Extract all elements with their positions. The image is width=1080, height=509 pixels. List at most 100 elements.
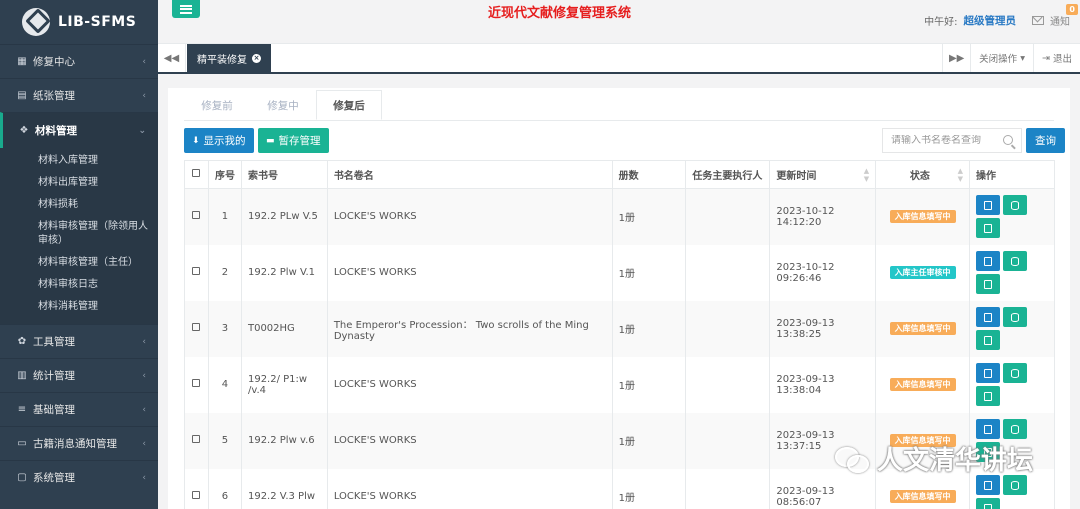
tab-scroll-left-button[interactable]: ◀◀ xyxy=(158,44,186,72)
database-icon xyxy=(1011,480,1020,490)
cell-executor xyxy=(685,244,771,301)
cell-volumes: 1册 xyxy=(611,412,687,469)
page-tab-current[interactable]: 精平装修复 × xyxy=(187,44,271,72)
update-clock: 13:38:25 xyxy=(776,328,822,340)
hamburger-icon xyxy=(180,4,192,14)
close-ops-dropdown[interactable]: 关闭操作 ▾ xyxy=(970,44,1033,72)
stage-tabs: 修复前 修复中 修复后 xyxy=(184,90,382,120)
select-all-checkbox[interactable] xyxy=(192,169,201,177)
cell-title: LOCKE'S WORKS xyxy=(326,468,613,509)
view-button[interactable] xyxy=(976,475,1001,495)
cell-no: 1 xyxy=(207,188,242,245)
cell-volumes: 1册 xyxy=(611,468,687,509)
database-icon xyxy=(1011,256,1020,266)
logo[interactable]: LIB-SFMS xyxy=(0,0,158,44)
tab-before-repair[interactable]: 修复前 xyxy=(184,90,250,120)
logout-button[interactable]: ⇥ 退出 xyxy=(1032,44,1080,72)
record-button[interactable] xyxy=(976,330,1001,350)
notify-label: 通知 xyxy=(1050,17,1070,28)
system-title: 近现代文献修复管理系统 xyxy=(488,6,632,21)
row-checkbox[interactable] xyxy=(192,267,201,275)
database-button[interactable] xyxy=(1003,307,1028,327)
database-icon xyxy=(1011,424,1020,434)
notify-link[interactable]: 通知 0 xyxy=(1050,4,1078,28)
document-icon xyxy=(984,368,993,378)
chevron-left-icon: ‹ xyxy=(142,90,146,101)
sidebar-item-label: 修复中心 xyxy=(33,56,75,68)
list-icon: ≡ xyxy=(17,404,27,415)
row-checkbox[interactable] xyxy=(192,379,201,387)
sidebar-item-7[interactable]: ▭ 古籍消息通知管理 ‹ xyxy=(0,426,158,460)
view-button[interactable] xyxy=(976,363,1001,383)
update-date: 2023-10-12 xyxy=(776,261,835,273)
view-button[interactable] xyxy=(976,419,1001,439)
tab-scroll-right-button[interactable]: ▶▶ xyxy=(942,44,970,72)
row-checkbox[interactable] xyxy=(192,491,201,499)
cell-actions xyxy=(969,188,1055,245)
tab-after-repair[interactable]: 修复后 xyxy=(316,90,382,120)
sidebar-item-6[interactable]: ≡ 基础管理 ‹ xyxy=(0,392,158,426)
query-button[interactable]: 查询 xyxy=(1026,128,1065,153)
header-call-number: 索书号 xyxy=(240,160,328,189)
database-button[interactable] xyxy=(1003,363,1028,383)
table-row[interactable]: 4 192.2/ P1:w /v.4 LOCKE'S WORKS 1册 2023-09-… xyxy=(184,356,1055,413)
sidebar-item-1[interactable]: ▦ 修复中心 ‹ xyxy=(0,44,158,78)
header-status[interactable]: 状态 ▲ ▼ xyxy=(875,160,971,189)
sidebar-subitem[interactable]: 材料审核管理（除领用人审核） xyxy=(0,216,158,252)
table-row[interactable]: 3 T0002HG The Emperor's Procession： Two sc… xyxy=(184,300,1055,357)
search-input[interactable] xyxy=(891,135,991,146)
cell-title: LOCKE'S WORKS xyxy=(326,356,613,413)
record-button[interactable] xyxy=(976,274,1001,294)
menu-toggle-button[interactable] xyxy=(172,0,200,18)
header-no: 序号 xyxy=(207,160,242,189)
tab-during-repair[interactable]: 修复中 xyxy=(250,90,316,120)
record-button[interactable] xyxy=(976,386,1001,406)
cell-title: LOCKE'S WORKS xyxy=(326,188,613,245)
cell-no: 3 xyxy=(207,300,242,357)
header-update-time[interactable]: 更新时间 ▲ ▼ xyxy=(769,160,877,189)
table-row[interactable]: 1 192.2 PLw V.5 LOCKE'S WORKS 1册 2023-10-12 1… xyxy=(184,188,1055,245)
close-icon[interactable]: × xyxy=(252,53,261,63)
sidebar-subitem[interactable]: 材料审核管理（主任） xyxy=(0,252,158,274)
sidebar-subitem[interactable]: 材料入库管理 xyxy=(0,150,158,172)
database-button[interactable] xyxy=(1003,419,1028,439)
status-badge: 入库信息填写中 xyxy=(889,322,956,335)
database-button[interactable] xyxy=(1003,251,1028,271)
logo-icon xyxy=(22,8,50,36)
sidebar-item-label: 材料管理 xyxy=(35,125,77,137)
temp-manage-button[interactable]: ▬ 暂存管理 xyxy=(258,128,329,153)
user-name-link[interactable]: 超级管理员 xyxy=(964,13,1017,28)
view-button[interactable] xyxy=(976,307,1001,327)
chevron-left-icon: ‹ xyxy=(142,438,146,449)
sidebar-subitem[interactable]: 材料出库管理 xyxy=(0,172,158,194)
envelope-icon xyxy=(1032,16,1044,25)
table-row[interactable]: 2 192.2 Plw V.1 LOCKE'S WORKS 1册 2023-10-12 0… xyxy=(184,244,1055,301)
sidebar-item-2[interactable]: ▤ 纸张管理 ‹ xyxy=(0,78,158,112)
double-chevron-right-icon: ▶▶ xyxy=(948,52,965,64)
show-mine-button[interactable]: ⬇ 显示我的 xyxy=(184,128,254,153)
sidebar-subitem[interactable]: 材料消耗管理 xyxy=(0,296,158,318)
sidebar-subitem[interactable]: 材料损耗 xyxy=(0,194,158,216)
cell-call-number: 192.2 Plw v.6 xyxy=(240,412,328,469)
update-clock: 08:56:07 xyxy=(776,496,822,508)
cell-title: The Emperor's Procession： Two scrolls of… xyxy=(326,300,613,357)
sidebar-subitem[interactable]: 材料审核日志 xyxy=(0,274,158,296)
row-checkbox[interactable] xyxy=(192,211,201,220)
header-select-all[interactable] xyxy=(184,160,209,189)
row-checkbox[interactable] xyxy=(192,323,201,331)
view-button[interactable] xyxy=(976,251,1001,271)
database-button[interactable] xyxy=(1003,475,1028,495)
cell-status: 入库信息填写中 xyxy=(875,188,971,245)
view-button[interactable] xyxy=(976,195,1001,216)
cell-actions xyxy=(969,356,1055,413)
sidebar-item-3[interactable]: ❖ 材料管理 ⌄ xyxy=(0,112,158,148)
sidebar-item-8[interactable]: ▢ 系统管理 ‹ xyxy=(0,460,158,494)
header-title: 书名卷名 xyxy=(326,160,613,189)
row-checkbox[interactable] xyxy=(192,435,201,443)
sidebar-item-4[interactable]: ✿ 工具管理 ‹ xyxy=(0,324,158,358)
cell-executor xyxy=(685,188,771,245)
sidebar-item-5[interactable]: ▥ 统计管理 ‹ xyxy=(0,358,158,392)
database-button[interactable] xyxy=(1003,195,1028,216)
record-button[interactable] xyxy=(976,498,1001,509)
record-button[interactable] xyxy=(976,218,1001,239)
